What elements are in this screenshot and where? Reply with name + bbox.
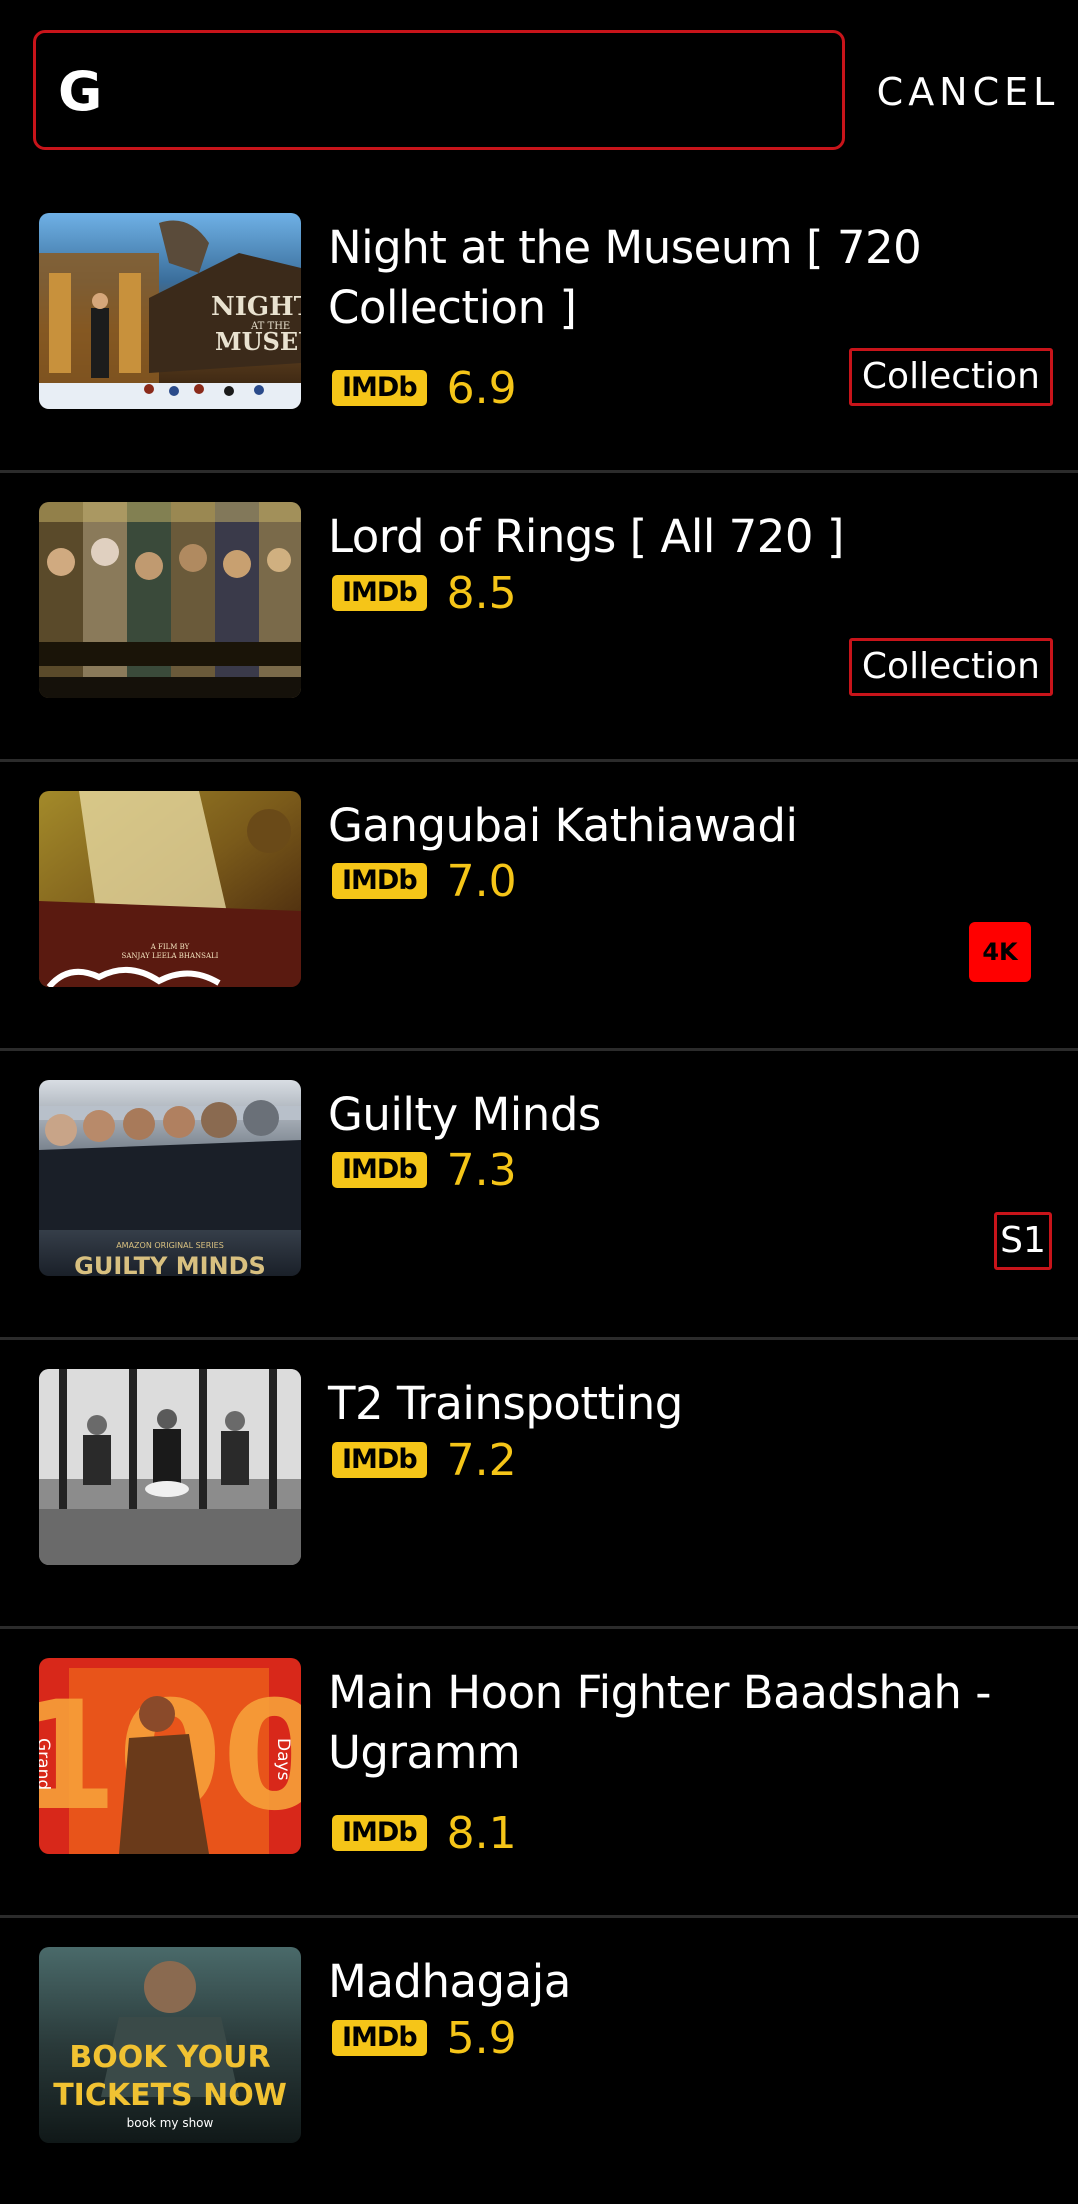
poster-text: NIGHT bbox=[211, 292, 301, 322]
rating-value: 7.0 bbox=[446, 855, 517, 907]
result-title: Guilty Minds bbox=[328, 1088, 601, 1141]
rating-row: IMDb 7.3 bbox=[332, 1145, 517, 1196]
imdb-logo: IMDb bbox=[332, 863, 427, 899]
poster-text: Grand bbox=[39, 1738, 53, 1790]
poster-text: Days bbox=[273, 1738, 293, 1781]
imdb-logo: IMDb bbox=[332, 1442, 427, 1478]
rating-value: 5.9 bbox=[446, 2012, 517, 2064]
imdb-logo: IMDb bbox=[332, 370, 427, 406]
result-item[interactable]: A FILM BY SANJAY LEELA BHANSALI Gangubai… bbox=[0, 762, 1078, 1051]
poster-text: MUSEUM bbox=[215, 327, 301, 356]
search-input[interactable] bbox=[56, 47, 820, 135]
rating-value: 8.5 bbox=[446, 567, 517, 619]
rating-row: IMDb 7.0 bbox=[332, 856, 517, 907]
rating-value: 7.2 bbox=[446, 1434, 517, 1486]
poster-text: SANJAY LEELA BHANSALI bbox=[122, 952, 219, 960]
poster-thumbnail: NIGHT AT THE MUSEUM bbox=[39, 213, 301, 409]
rating-value: 7.3 bbox=[446, 1144, 517, 1196]
poster-text: GUILTY MINDS bbox=[74, 1252, 266, 1276]
result-title: T2 Trainspotting bbox=[328, 1377, 683, 1430]
imdb-logo: IMDb bbox=[332, 1815, 427, 1851]
poster-text: A FILM BY bbox=[150, 943, 190, 951]
poster-thumbnail bbox=[39, 1369, 301, 1565]
imdb-logo: IMDb bbox=[332, 2020, 427, 2056]
result-item[interactable]: AMAZON ORIGINAL SERIES GUILTY MINDS Guil… bbox=[0, 1051, 1078, 1340]
result-item[interactable]: NIGHT AT THE MUSEUM Night at the Museum … bbox=[0, 184, 1078, 473]
poster-thumbnail bbox=[39, 502, 301, 698]
result-title: Madhagaja bbox=[328, 1955, 571, 2008]
result-item[interactable]: 100 Grand Days Main Hoon Fighter Baadsha… bbox=[0, 1629, 1078, 1918]
search-results-list: NIGHT AT THE MUSEUM Night at the Museum … bbox=[0, 184, 1078, 2204]
result-item[interactable]: Lord of Rings [ All 720 ] IMDb 8.5 Colle… bbox=[0, 473, 1078, 762]
imdb-logo: IMDb bbox=[332, 1152, 427, 1188]
rating-row: IMDb 8.5 bbox=[332, 568, 517, 619]
rating-row: IMDb 6.9 bbox=[332, 363, 517, 414]
4k-badge: 4K bbox=[969, 922, 1031, 982]
collection-badge: Collection bbox=[848, 638, 1053, 696]
cancel-button[interactable]: CANCEL bbox=[868, 62, 1068, 122]
poster-thumbnail: AMAZON ORIGINAL SERIES GUILTY MINDS bbox=[39, 1080, 301, 1276]
rating-value: 8.1 bbox=[446, 1807, 517, 1859]
result-title: Gangubai Kathiawadi bbox=[328, 799, 798, 852]
poster-text: BOOK YOUR bbox=[69, 2040, 270, 2075]
rating-value: 6.9 bbox=[446, 362, 517, 414]
rating-row: IMDb 7.2 bbox=[332, 1435, 517, 1486]
result-title: Lord of Rings [ All 720 ] bbox=[328, 510, 844, 563]
collection-badge: Collection bbox=[848, 348, 1053, 406]
poster-thumbnail: 100 Grand Days bbox=[39, 1658, 301, 1854]
search-header: CANCEL bbox=[0, 0, 1078, 184]
season-badge: S1 bbox=[994, 1212, 1052, 1270]
result-item[interactable]: BOOK YOUR TICKETS NOW book my show Madha… bbox=[0, 1918, 1078, 2204]
poster-text: book my show bbox=[127, 2116, 214, 2130]
poster-thumbnail: A FILM BY SANJAY LEELA BHANSALI bbox=[39, 791, 301, 987]
poster-thumbnail: BOOK YOUR TICKETS NOW book my show bbox=[39, 1947, 301, 2143]
search-box[interactable] bbox=[33, 30, 845, 150]
result-title: Main Hoon Fighter Baadshah - Ugramm bbox=[328, 1666, 991, 1779]
poster-text: AMAZON ORIGINAL SERIES bbox=[116, 1241, 224, 1250]
rating-row: IMDb 8.1 bbox=[332, 1808, 517, 1859]
result-title: Night at the Museum [ 720 Collection ] bbox=[328, 221, 922, 334]
rating-row: IMDb 5.9 bbox=[332, 2013, 517, 2064]
poster-text: TICKETS NOW bbox=[53, 2078, 287, 2113]
imdb-logo: IMDb bbox=[332, 575, 427, 611]
result-item[interactable]: T2 Trainspotting IMDb 7.2 bbox=[0, 1340, 1078, 1629]
